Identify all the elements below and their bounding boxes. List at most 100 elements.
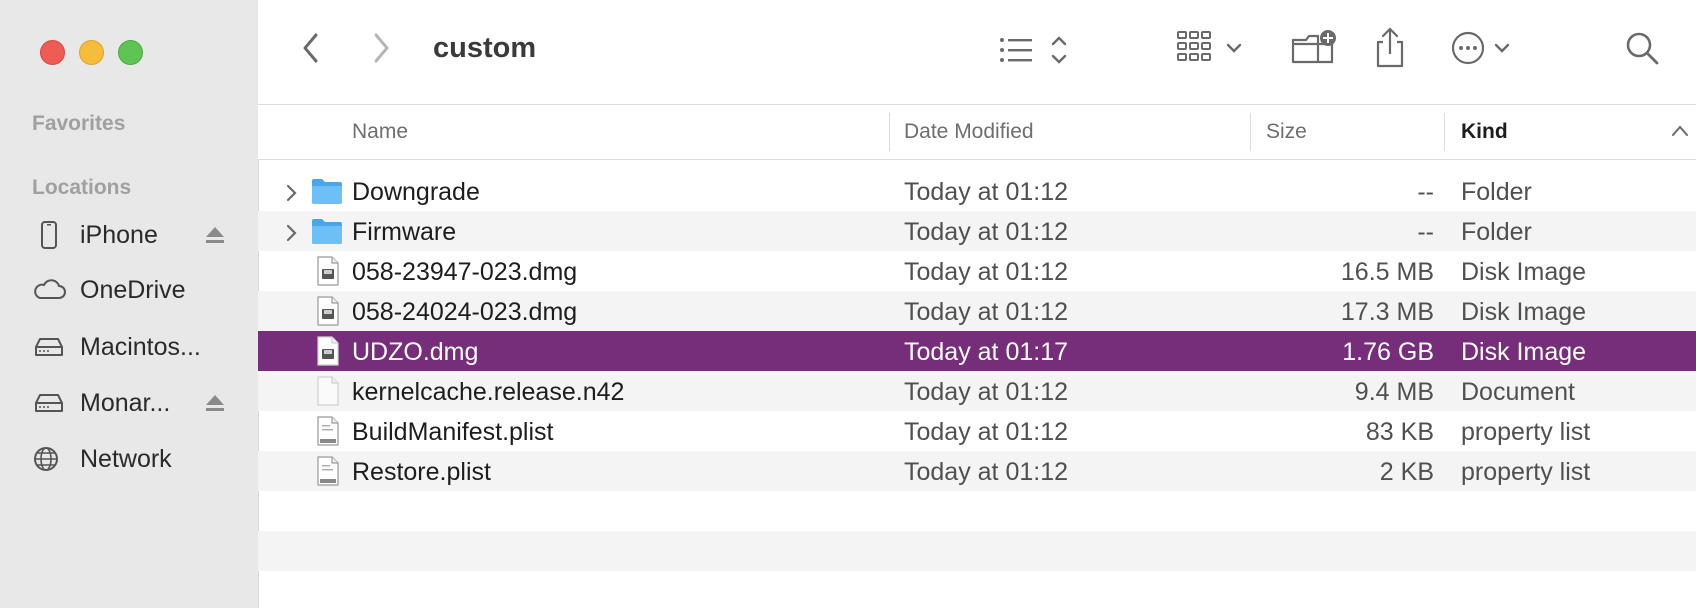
sidebar-item-label: iPhone [80, 220, 158, 249]
sidebar-item-onedrive[interactable]: OneDrive [32, 270, 232, 310]
sort-ascending-icon[interactable] [1670, 121, 1690, 147]
table-row[interactable]: Firmware Today at 01:12 -- Folder [258, 211, 1696, 251]
file-size: 17.3 MB [1340, 298, 1434, 326]
file-size: 16.5 MB [1340, 258, 1434, 286]
table-row[interactable]: kernelcache.release.n42 Today at 01:12 9… [258, 371, 1696, 411]
share-button[interactable] [1370, 26, 1410, 74]
file-name: UDZO.dmg [352, 338, 479, 366]
file-date: Today at 01:12 [904, 418, 1069, 446]
sidebar-item-label: Macintos... [80, 332, 201, 361]
chevron-left-icon [301, 32, 321, 69]
share-icon [1372, 26, 1408, 75]
folder-icon [310, 216, 344, 253]
forward-button[interactable] [366, 30, 396, 70]
table-row[interactable]: 058-24024-023.dmg Today at 01:12 17.3 MB… [258, 291, 1696, 331]
file-name: 058-24024-023.dmg [352, 298, 578, 326]
column-divider[interactable] [1250, 113, 1251, 151]
column-header-bar: Name Date Modified Size Kind [258, 105, 1696, 160]
sidebar-item-macintosh[interactable]: Macintos... [32, 327, 232, 367]
file-kind: Disk Image [1461, 298, 1587, 326]
file-kind: Disk Image [1461, 338, 1587, 366]
file-kind: Folder [1461, 218, 1532, 246]
sidebar-item-network[interactable]: Network [32, 439, 232, 479]
column-divider[interactable] [889, 113, 890, 151]
folder-icon [310, 176, 344, 213]
drive-icon [32, 389, 68, 417]
window-controls [40, 40, 143, 65]
file-date: Today at 01:12 [904, 458, 1069, 486]
window-title: custom [433, 32, 537, 64]
disk-image-icon [310, 296, 344, 333]
back-button[interactable] [296, 30, 326, 70]
group-button[interactable] [1176, 28, 1248, 72]
file-size: 83 KB [1365, 418, 1434, 446]
view-options-button[interactable] [998, 30, 1074, 74]
file-size: 9.4 MB [1354, 378, 1434, 406]
file-name: kernelcache.release.n42 [352, 378, 625, 406]
file-name: Firmware [352, 218, 457, 246]
drive-icon [32, 333, 68, 361]
file-size: 1.76 GB [1342, 338, 1434, 366]
more-actions-button[interactable] [1450, 30, 1522, 70]
file-name: Downgrade [352, 178, 480, 206]
zoom-window-button[interactable] [118, 40, 143, 65]
minimize-window-button[interactable] [79, 40, 104, 65]
file-date: Today at 01:12 [904, 378, 1069, 406]
locations-section-title: Locations [32, 176, 132, 199]
plist-icon [310, 416, 344, 453]
column-header-date[interactable]: Date Modified [904, 120, 1034, 144]
file-size: 2 KB [1379, 458, 1434, 486]
table-row-selected[interactable]: UDZO.dmg Today at 01:17 1.76 GB Disk Ima… [258, 331, 1696, 371]
file-kind: Document [1461, 378, 1575, 406]
close-window-button[interactable] [40, 40, 65, 65]
disclosure-chevron-icon[interactable] [284, 221, 298, 250]
file-kind: property list [1461, 418, 1591, 446]
file-name: 058-23947-023.dmg [352, 258, 578, 286]
sidebar-item-monarch[interactable]: Monar... [32, 383, 232, 423]
column-header-name[interactable]: Name [352, 120, 408, 144]
chevron-right-icon [371, 32, 391, 69]
file-name: Restore.plist [352, 458, 491, 486]
sidebar-item-label: Network [80, 444, 172, 473]
table-row[interactable]: Restore.plist Today at 01:12 2 KB proper… [258, 451, 1696, 491]
sidebar: Favorites Locations iPhone OneDrive Maci… [0, 0, 259, 608]
new-folder-button[interactable] [1290, 28, 1338, 72]
sidebar-item-iphone[interactable]: iPhone [32, 215, 232, 255]
cloud-icon [32, 276, 68, 304]
toolbar: custom [258, 0, 1696, 105]
search-icon [1624, 30, 1660, 71]
file-kind: property list [1461, 458, 1591, 486]
file-name: BuildManifest.plist [352, 418, 554, 446]
sidebar-item-label: Monar... [80, 388, 171, 417]
file-date: Today at 01:12 [904, 218, 1069, 246]
iphone-icon [32, 221, 68, 249]
file-list: Downgrade Today at 01:12 -- Folder Firmw… [258, 171, 1696, 571]
ellipsis-circle-icon [1450, 28, 1522, 73]
empty-row [258, 491, 1696, 531]
globe-icon [32, 445, 68, 473]
empty-row [258, 531, 1696, 571]
file-kind: Folder [1461, 178, 1532, 206]
list-view-icon [998, 32, 1074, 73]
sidebar-item-label: OneDrive [80, 275, 186, 304]
eject-icon[interactable] [204, 391, 226, 420]
column-divider[interactable] [1444, 113, 1445, 151]
plist-icon [310, 456, 344, 493]
column-header-kind[interactable]: Kind [1461, 120, 1508, 144]
grid-group-icon [1176, 28, 1248, 73]
table-row[interactable]: Downgrade Today at 01:12 -- Folder [258, 171, 1696, 211]
disk-image-icon [310, 256, 344, 293]
new-folder-icon [1290, 28, 1338, 73]
table-row[interactable]: BuildManifest.plist Today at 01:12 83 KB… [258, 411, 1696, 451]
document-icon [310, 376, 344, 413]
disclosure-chevron-icon[interactable] [284, 181, 298, 210]
search-button[interactable] [1622, 30, 1662, 70]
file-size: -- [1417, 218, 1434, 246]
column-header-size[interactable]: Size [1266, 120, 1307, 144]
favorites-section-title: Favorites [32, 112, 126, 135]
file-date: Today at 01:12 [904, 178, 1069, 206]
eject-icon[interactable] [204, 223, 226, 252]
file-date: Today at 01:12 [904, 298, 1069, 326]
table-row[interactable]: 058-23947-023.dmg Today at 01:12 16.5 MB… [258, 251, 1696, 291]
disk-image-icon [310, 336, 344, 373]
